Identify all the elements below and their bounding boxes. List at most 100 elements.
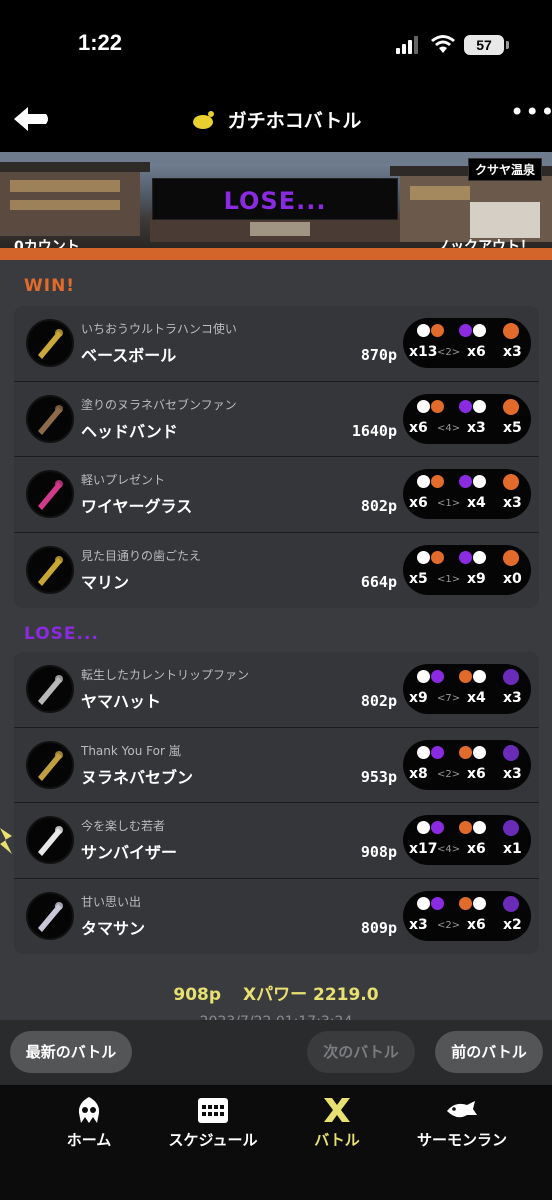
death-count: x6 bbox=[467, 765, 486, 782]
player-row[interactable]: Thank You For 嵐 ヌラネバセブン 953p x8 <2> x6 x… bbox=[14, 727, 539, 803]
skull-icon bbox=[473, 324, 486, 337]
death-count: x6 bbox=[467, 344, 486, 360]
assist-count: <2> bbox=[437, 768, 461, 780]
special-weapon-icon bbox=[503, 323, 519, 339]
calendar-icon bbox=[198, 1098, 228, 1123]
player-name: ヌラネバセブン bbox=[81, 767, 194, 787]
stat-values: x9 <7> x4 x3 bbox=[409, 690, 523, 710]
player-title: 今を楽しむ若者 bbox=[81, 819, 166, 833]
player-points: 664p bbox=[360, 572, 397, 591]
battle-summary: 908p Xパワー 2219.0 bbox=[0, 980, 552, 1005]
player-stats: x8 <2> x6 x3 bbox=[403, 739, 531, 790]
tab-schedule[interactable]: スケジュール bbox=[148, 1095, 278, 1150]
player-points: 802p bbox=[360, 692, 397, 710]
salmon-icon bbox=[447, 1101, 477, 1118]
player-title: 見た目通りの歯ごたえ bbox=[81, 548, 202, 563]
player-row[interactable]: 転生したカレントリップファン ヤマハット 802p x9 <7> x4 x3 bbox=[14, 652, 539, 728]
player-name: ワイヤーグラス bbox=[81, 497, 193, 516]
self-marker-icon bbox=[0, 828, 12, 854]
ink-splash-icon bbox=[431, 745, 444, 759]
death-icon bbox=[459, 821, 472, 834]
ink-splash-icon bbox=[431, 670, 444, 683]
page-title: ガチホコバトル bbox=[227, 110, 362, 132]
battle-icon bbox=[324, 1098, 350, 1122]
skull-icon bbox=[473, 670, 486, 683]
player-stats: x13 <2> x6 x3 bbox=[403, 318, 531, 368]
player-stats: x9 <7> x4 x3 bbox=[403, 664, 531, 714]
stat-values: x5 <1> x9 x0 bbox=[409, 571, 523, 591]
special-weapon-icon bbox=[503, 820, 519, 836]
weapon-icon bbox=[26, 545, 74, 594]
player-row[interactable]: 軽いプレゼント ワイヤーグラス 802p x6 <1> x4 x3 bbox=[14, 457, 539, 533]
result-box: LOSE... bbox=[152, 178, 398, 220]
kill-count: x9 bbox=[409, 690, 428, 706]
player-name: ヘッドバンド bbox=[81, 421, 178, 441]
skull-icon bbox=[473, 896, 486, 910]
latest-battle-button[interactable]: 最新のバトル bbox=[10, 1031, 132, 1073]
weapon-graphic bbox=[38, 750, 63, 781]
stat-icons bbox=[413, 549, 521, 569]
ink-splash-icon bbox=[431, 550, 444, 564]
assist-count: <1> bbox=[437, 573, 461, 585]
player-row[interactable]: 今を楽しむ若者 サンバイザー 908p x17 <4> x6 x1 bbox=[14, 803, 539, 879]
rainmaker-icon bbox=[192, 110, 214, 129]
special-weapon-icon bbox=[503, 744, 519, 761]
player-points: 1640p bbox=[351, 421, 397, 440]
special-count: x0 bbox=[503, 570, 522, 587]
ink-splash-icon bbox=[431, 475, 444, 488]
weapon-icon bbox=[26, 394, 74, 443]
ink-splash-icon bbox=[431, 324, 444, 337]
summary-points: 908p bbox=[173, 985, 222, 1005]
player-stats: x6 <1> x4 x3 bbox=[403, 469, 531, 519]
player-row[interactable]: 塗りのヌラネバセブンファン ヘッドバンド 1640p x6 <4> x3 x5 bbox=[14, 381, 539, 457]
assist-count: <7> bbox=[437, 693, 461, 704]
weapon-icon bbox=[26, 665, 74, 713]
tab-salmon-run[interactable]: サーモンラン bbox=[397, 1095, 527, 1150]
ink-splash-icon bbox=[431, 821, 444, 834]
stat-icons bbox=[413, 820, 521, 839]
death-icon bbox=[459, 475, 472, 488]
weapon-graphic bbox=[38, 901, 63, 932]
splat-icon bbox=[417, 550, 430, 564]
player-name: サンバイザー bbox=[81, 843, 178, 862]
player-row[interactable]: いちおうウルトラハンコ使い ベースボール 870p x13 <2> x6 x3 bbox=[14, 306, 539, 382]
next-battle-button[interactable]: 次のバトル bbox=[307, 1031, 415, 1073]
player-name: ベースボール bbox=[81, 346, 177, 365]
squid-icon bbox=[78, 1097, 100, 1123]
battle-detail: LOSE... クサヤ温泉 0カウント ノックアウト！ WIN! いちおうウルト… bbox=[0, 152, 552, 1085]
kill-count: x3 bbox=[409, 916, 428, 933]
tab-home[interactable]: ホーム bbox=[24, 1095, 154, 1150]
tab-battle[interactable]: バトル bbox=[272, 1095, 402, 1150]
special-count: x3 bbox=[503, 344, 522, 360]
more-options-icon[interactable]: ••• bbox=[510, 100, 552, 132]
player-title: 甘い思い出 bbox=[81, 894, 142, 909]
death-count: x9 bbox=[467, 570, 486, 587]
tab-bar: ホーム スケジュール バトル サーモンラン bbox=[0, 1085, 552, 1200]
stat-values: x6 <4> x3 x5 bbox=[409, 420, 523, 440]
previous-battle-button[interactable]: 前のバトル bbox=[435, 1031, 543, 1073]
special-weapon-icon bbox=[503, 669, 519, 685]
skull-icon bbox=[473, 745, 486, 759]
stat-values: x3 <2> x6 x2 bbox=[409, 917, 523, 937]
player-stats: x17 <4> x6 x1 bbox=[403, 815, 531, 865]
death-icon bbox=[459, 399, 472, 413]
player-title: いちおうウルトラハンコ使い bbox=[81, 322, 237, 336]
player-row[interactable]: 見た目通りの歯ごたえ マリン 664p x5 <1> x9 x0 bbox=[14, 532, 539, 608]
player-row[interactable]: 甘い思い出 タマサン 809p x3 <2> x6 x2 bbox=[14, 878, 539, 954]
splat-icon bbox=[417, 896, 430, 910]
death-count: x6 bbox=[467, 916, 486, 933]
splat-icon bbox=[417, 475, 430, 488]
special-weapon-icon bbox=[503, 549, 519, 566]
player-stats: x3 <2> x6 x2 bbox=[403, 890, 531, 941]
special-weapon-icon bbox=[503, 895, 519, 912]
splat-icon bbox=[417, 324, 430, 337]
special-weapon-icon bbox=[503, 398, 519, 415]
player-title: 軽いプレゼント bbox=[81, 473, 166, 487]
death-icon bbox=[459, 745, 472, 759]
kill-count: x13 bbox=[409, 344, 438, 360]
death-icon bbox=[459, 550, 472, 564]
splat-icon bbox=[417, 670, 430, 683]
special-count: x2 bbox=[503, 916, 522, 933]
cellular-signal-icon bbox=[396, 36, 422, 54]
tab-home-label: ホーム bbox=[66, 1131, 112, 1149]
